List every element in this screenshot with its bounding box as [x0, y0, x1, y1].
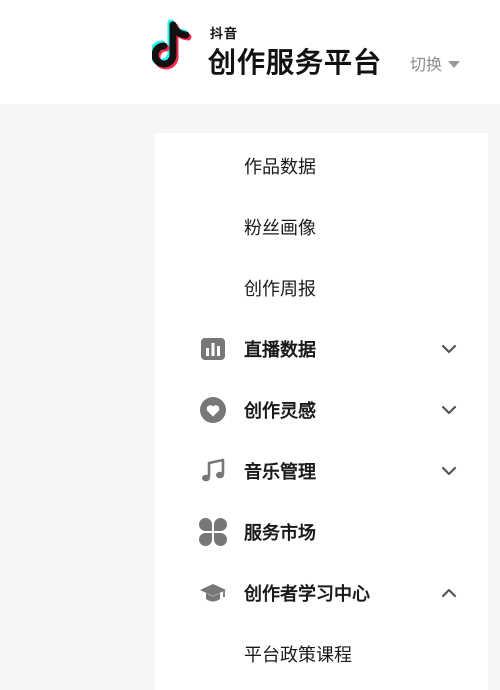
heart-icon — [200, 396, 226, 423]
nav-item-label: 音乐管理 — [244, 461, 316, 483]
music-note-icon — [202, 458, 225, 481]
nav-group-creative-inspiration[interactable]: 创作灵感 — [155, 379, 488, 440]
nav-item-service-market[interactable]: 服务市场 — [155, 501, 488, 562]
nav-item-fan-profile[interactable]: 粉丝画像 — [155, 196, 488, 257]
nav-group-live-data[interactable]: 直播数据 — [155, 318, 488, 379]
chevron-down-icon — [441, 405, 457, 414]
app-header: 抖音 创作服务平台 切换 — [0, 0, 500, 104]
nav-group-learning-center[interactable]: 创作者学习中心 — [155, 562, 488, 623]
nav-item-weekly-report[interactable]: 创作周报 — [155, 257, 488, 318]
nav-item-label: 平台政策课程 — [244, 644, 352, 666]
grid-blocks-icon — [199, 517, 227, 546]
bar-chart-icon — [201, 337, 225, 360]
chevron-up-icon — [441, 588, 457, 597]
nav-item-label: 粉丝画像 — [244, 217, 316, 239]
nav-item-works-data[interactable]: 作品数据 — [155, 135, 488, 196]
nav-item-label: 创作者学习中心 — [244, 583, 370, 605]
nav-item-label: 服务市场 — [244, 522, 316, 544]
caret-down-icon — [448, 60, 461, 68]
side-nav-menu: 作品数据 粉丝画像 创作周报 直播数据 创作灵感 音乐管理 服务市场 创作者学习… — [155, 133, 488, 690]
chevron-down-icon — [441, 466, 457, 475]
logo-brand-text: 抖音 — [210, 27, 239, 42]
nav-item-label: 作品数据 — [244, 156, 316, 178]
switch-dropdown[interactable]: 切换 — [410, 51, 461, 75]
graduation-cap-icon — [200, 583, 226, 601]
switch-label: 切换 — [410, 55, 443, 74]
nav-item-label: 创作周报 — [244, 278, 316, 300]
douyin-logo-icon — [152, 19, 192, 70]
nav-item-label: 创作灵感 — [244, 400, 316, 422]
platform-title: 创作服务平台 — [208, 46, 383, 79]
chevron-down-icon — [441, 344, 457, 353]
nav-item-platform-policy-course[interactable]: 平台政策课程 — [155, 623, 488, 684]
nav-group-music-management[interactable]: 音乐管理 — [155, 440, 488, 501]
nav-item-label: 直播数据 — [244, 339, 316, 361]
